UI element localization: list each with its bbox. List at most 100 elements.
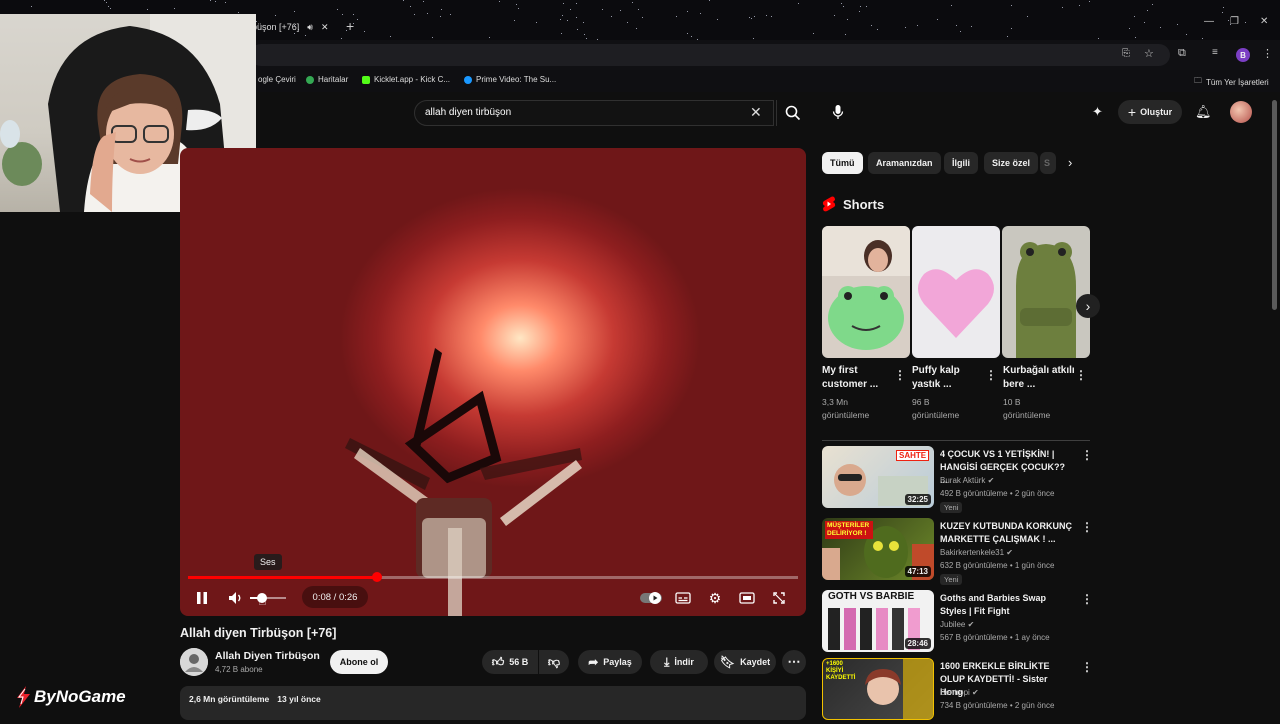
theme-star	[753, 38, 754, 39]
short-thumbnail-2[interactable]	[912, 226, 1000, 358]
theme-star	[563, 3, 564, 4]
account-avatar[interactable]	[1230, 101, 1252, 123]
minimize-icon[interactable]: —	[1204, 16, 1214, 27]
description-box[interactable]: 2,6 Mn görüntüleme 13 yıl önce	[180, 686, 806, 720]
subtitles-button[interactable]	[674, 589, 692, 607]
voice-search-button[interactable]	[826, 100, 850, 124]
speaker-icon[interactable]: 🔊︎	[307, 22, 313, 33]
short-title-3[interactable]: Kurbağalı atkılı bere ...	[1003, 364, 1075, 392]
short-menu-icon[interactable]: ⋮	[1075, 368, 1087, 382]
bookmark-translate[interactable]: ogle Çeviri	[258, 75, 296, 84]
bookmark-star-icon[interactable]: ☆	[1144, 47, 1154, 60]
autoplay-toggle[interactable]	[640, 589, 662, 607]
maximize-icon[interactable]: ❐	[1230, 16, 1239, 27]
theme-star	[518, 8, 519, 9]
bookmark-kicklet[interactable]: Kicklet.app - Kick C...	[362, 75, 450, 84]
channel-name[interactable]: Jubilee ✔︎	[940, 620, 974, 629]
short-views-count: 10 B	[1003, 397, 1021, 407]
video-title[interactable]: Goths and Barbies Swap Styles | Fit Figh…	[940, 592, 1072, 618]
search-button[interactable]	[776, 100, 808, 126]
video-menu-icon[interactable]: ⋮	[1081, 592, 1093, 606]
bookmark-maps[interactable]: Haritalar	[306, 75, 348, 84]
clear-search-icon[interactable]: ✕	[750, 104, 762, 121]
share-button[interactable]: ➦ Paylaş	[578, 650, 642, 674]
short-thumbnail-3[interactable]	[1002, 226, 1090, 358]
video-menu-icon[interactable]: ⋮	[1081, 660, 1093, 674]
address-bar[interactable]	[250, 44, 1170, 66]
create-label: Oluştur	[1140, 107, 1173, 117]
theater-mode-button[interactable]	[738, 589, 756, 607]
theme-star	[871, 25, 872, 26]
chip-for-you[interactable]: Size özel	[984, 152, 1039, 174]
theme-star	[489, 37, 490, 38]
channel-name[interactable]: Burak Aktürk ✔︎	[940, 476, 994, 485]
theme-star	[427, 13, 428, 14]
recommended-video[interactable]: GOTH VS BARBIE 28:46 Goths and Barbies S…	[822, 590, 1093, 656]
extensions-icon[interactable]: ⧉	[1178, 47, 1186, 60]
recommended-video[interactable]: +1600 KİŞİYİ KAYDETTİ 1600 ERKEKLE BİRLİ…	[822, 658, 1093, 724]
chevron-right-icon[interactable]: ›	[1068, 155, 1072, 170]
window-close-icon[interactable]: ✕	[1260, 16, 1268, 27]
chip-partial[interactable]: S	[1040, 152, 1056, 174]
media-control-icon[interactable]: ≡	[1212, 47, 1218, 58]
scrubber-handle[interactable]	[372, 572, 382, 582]
short-title-2[interactable]: Puffy kalp yastık ...	[912, 364, 984, 392]
video-thumbnail[interactable]: MÜŞTERİLER DELİRİYOR ! 47:13	[822, 518, 934, 580]
recommended-video[interactable]: SAHTE 32:25 4 ÇOCUK VS 1 YETİŞKİN! | HAN…	[822, 446, 1093, 513]
tab-title: büşon [+76]	[252, 22, 300, 32]
chip-related[interactable]: İlgili	[944, 152, 978, 174]
notifications-bell-icon[interactable]: 🔔︎	[1195, 104, 1212, 120]
install-icon[interactable]: ⎘	[1122, 48, 1130, 59]
browser-menu-icon[interactable]: ⋮	[1262, 47, 1273, 60]
channel-avatar[interactable]	[180, 648, 208, 676]
video-player[interactable]	[180, 148, 806, 616]
search-input[interactable]: allah diyen tirbüşon	[414, 100, 774, 126]
section-divider	[822, 440, 1090, 441]
short-title-1[interactable]: My first customer ...	[822, 364, 894, 392]
video-frame-corkscrew	[345, 348, 582, 616]
channel-name[interactable]: Allah Diyen Tirbüşon	[215, 650, 320, 662]
video-title[interactable]: KUZEY KUTBUNDA KORKUNÇ MARKETTE ÇALIŞMAK…	[940, 520, 1072, 546]
page-scrollbar[interactable]	[1272, 100, 1277, 310]
short-views-count: 3,3 Mn	[822, 397, 848, 407]
theme-star	[536, 22, 537, 23]
channel-name[interactable]: Bakirkertenkele31 ✔︎	[940, 548, 1013, 557]
theme-star	[337, 9, 338, 10]
bookmark-prime-video[interactable]: Prime Video: The Su...	[464, 75, 556, 84]
sparkle-icon[interactable]: ✦	[1092, 104, 1103, 120]
subtitles-icon	[675, 592, 691, 604]
video-thumbnail[interactable]: GOTH VS BARBIE 28:46	[822, 590, 934, 652]
theme-star	[843, 6, 844, 7]
short-menu-icon[interactable]: ⋮	[894, 368, 906, 382]
shorts-next-chevron-icon[interactable]: ›	[1076, 294, 1100, 318]
close-tab-icon[interactable]: ✕	[321, 22, 329, 33]
theme-star	[576, 3, 577, 4]
video-thumbnail[interactable]: SAHTE 32:25	[822, 446, 934, 508]
dislike-button[interactable]: 👎︎	[539, 650, 569, 674]
create-button[interactable]: + Oluştur	[1118, 100, 1182, 124]
new-tab-button[interactable]: +	[346, 18, 354, 34]
fullscreen-button[interactable]	[770, 589, 788, 607]
chip-all[interactable]: Tümü	[822, 152, 863, 174]
settings-gear-icon[interactable]: ⚙︎	[706, 589, 724, 607]
video-thumbnail[interactable]: +1600 KİŞİYİ KAYDETTİ	[822, 658, 934, 720]
short-menu-icon[interactable]: ⋮	[985, 368, 997, 382]
channel-name[interactable]: Bentropi ✔︎	[940, 688, 979, 697]
more-actions-button[interactable]: ⋯	[782, 650, 806, 674]
video-menu-icon[interactable]: ⋮	[1081, 520, 1093, 534]
save-button[interactable]: 🔖︎ Kaydet	[714, 650, 776, 674]
download-button[interactable]: ⤓ İndir	[650, 650, 708, 674]
pause-button[interactable]	[192, 589, 212, 607]
theme-star	[570, 9, 571, 10]
subscribe-button[interactable]: Abone ol	[330, 650, 388, 674]
recommended-video[interactable]: MÜŞTERİLER DELİRİYOR ! 47:13 KUZEY KUTBU…	[822, 518, 1093, 585]
chip-from-search[interactable]: Aramanızdan	[868, 152, 941, 174]
mute-button[interactable]	[226, 589, 246, 607]
video-menu-icon[interactable]: ⋮	[1081, 448, 1093, 462]
video-duration: 47:13	[904, 566, 931, 577]
all-bookmarks[interactable]: 🗀︎ Tüm Yer İşaretleri	[1194, 75, 1269, 89]
upload-age: 13 yıl önce	[277, 694, 321, 704]
short-thumbnail-1[interactable]	[822, 226, 910, 358]
like-button[interactable]: 👍︎ 56 B	[482, 650, 538, 674]
profile-avatar[interactable]: B	[1236, 48, 1250, 62]
